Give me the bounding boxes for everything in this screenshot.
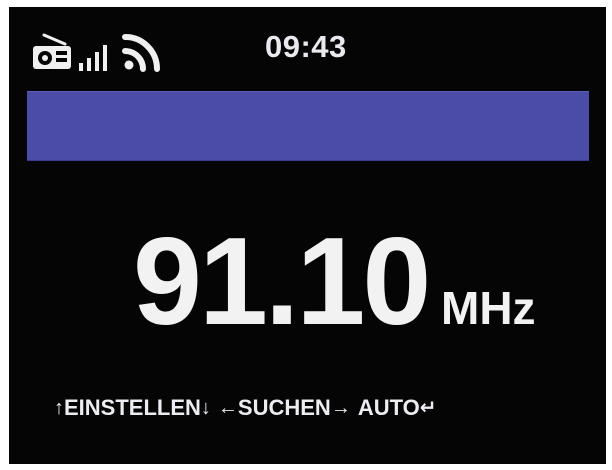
wifi-icon <box>122 34 160 72</box>
auto-label: AUTO <box>357 395 420 420</box>
left-arrow-icon: ← <box>217 397 238 419</box>
frequency-display: 91.10 MHz <box>133 217 573 347</box>
search-label: SUCHEN <box>237 395 331 420</box>
enter-icon: ↵ <box>419 397 437 419</box>
right-arrow-icon: → <box>330 397 351 419</box>
clock-time: 09:43 <box>265 29 347 64</box>
station-name-bar <box>27 91 589 161</box>
frequency-value: 91.10 <box>133 213 431 351</box>
up-arrow-icon: ↑ <box>54 397 64 419</box>
radio-display: 09:43 91.10 MHz ↑ EINSTELLEN ↓ ← SUCHEN … <box>9 7 606 464</box>
status-bar: 09:43 <box>9 7 606 82</box>
search-control[interactable]: ← SUCHEN → <box>218 393 351 423</box>
tune-control[interactable]: ↑ EINSTELLEN ↓ <box>54 393 211 423</box>
down-arrow-icon: ↓ <box>200 397 211 419</box>
signal-strength-icon <box>79 45 107 71</box>
controls-row: ↑ EINSTELLEN ↓ ← SUCHEN → AUTO ↵ <box>54 393 599 423</box>
auto-control[interactable]: AUTO ↵ <box>358 393 437 423</box>
radio-icon <box>33 33 71 69</box>
frequency-unit: MHz <box>441 282 536 334</box>
tune-label: EINSTELLEN <box>64 395 201 420</box>
